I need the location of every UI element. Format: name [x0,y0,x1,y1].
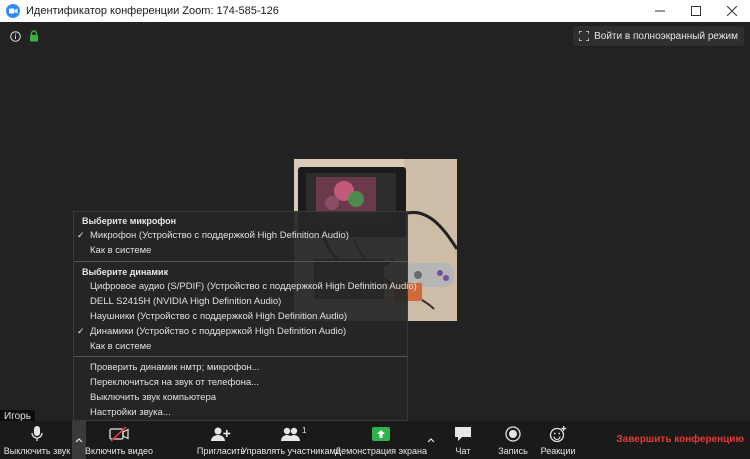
chat-icon [455,427,471,441]
invite-label: Пригласить [196,446,246,456]
lock-icon[interactable] [29,30,39,42]
start-video-button[interactable]: Включить видео [85,421,153,459]
menu-item-speaker-spdif[interactable]: Цифровое аудио (S/PDIF) (Устройство с по… [90,281,417,292]
microphone-icon [31,426,43,441]
audio-options-caret[interactable] [72,421,86,459]
share-screen-icon [372,427,390,441]
menu-item-mic-hd-audio[interactable]: Микрофон (Устройство с поддержкой High D… [90,230,349,241]
add-user-icon [211,427,231,441]
mic-checkmark-icon: ✓ [77,230,85,240]
share-screen-button[interactable]: Демонстрация экрана [335,421,427,459]
manage-participants-button[interactable]: Управлять участниками [241,421,341,459]
menu-item-speaker-headphones[interactable]: Наушники (Устройство с поддержкой High D… [90,311,347,322]
speaker-checkmark-icon: ✓ [77,326,85,336]
chat-label: Чат [455,446,471,456]
record-icon [505,426,521,442]
minimize-button[interactable] [642,0,678,22]
menu-item-speaker-system[interactable]: Как в системе [90,341,151,352]
fullscreen-button[interactable]: Войти в полноэкранный режим [573,26,744,46]
menu-item-speaker-hd-audio[interactable]: Динамики (Устройство с поддержкой High D… [90,326,346,337]
window-controls [642,0,750,22]
meeting-info-icons [10,30,39,42]
mic-section-title: Выберите микрофон [82,216,177,226]
fullscreen-label: Войти в полноэкранный режим [594,30,738,42]
close-button[interactable] [714,0,750,22]
participants-icon [281,427,300,441]
fullscreen-icon [579,31,590,41]
zoom-app-icon [6,4,20,18]
menu-item-speaker-dell[interactable]: DELL S2415H (NVIDIA High Definition Audi… [90,296,281,307]
invite-button[interactable]: Пригласить [196,421,246,459]
info-icon[interactable] [10,30,21,42]
video-label: Включить видео [85,446,153,456]
menu-item-mic-system[interactable]: Как в системе [90,245,151,256]
video-off-icon [109,426,129,442]
speaker-section-title: Выберите динамик [82,267,169,277]
reactions-label: Реакции [540,446,576,456]
title-bar: Идентификатор конференции Zoom: 174-585-… [0,0,750,22]
mute-label: Выключить звук [3,446,71,456]
minimize-icon [655,10,665,12]
reactions-button[interactable]: Реакции [540,421,576,459]
audio-settings-menu: Выберите микрофон ✓ Микрофон (Устройство… [73,211,417,421]
menu-item-test-audio[interactable]: Проверить динамик нмтр; микрофон... [90,362,260,373]
menu-item-audio-settings[interactable]: Настройки звука... [90,407,171,418]
participants-count-badge: 1 [302,426,307,435]
share-screen-label: Демонстрация экрана [335,446,427,456]
record-button[interactable]: Запись [496,421,530,459]
end-meeting-button[interactable]: Завершить конференцию [616,434,744,445]
chat-button[interactable]: Чат [450,421,476,459]
smiley-add-icon [549,426,567,442]
close-icon [727,6,737,16]
window-title: Идентификатор конференции Zoom: 174-585-… [26,5,279,17]
maximize-icon [691,6,701,16]
record-label: Запись [498,446,528,456]
menu-divider [74,356,407,357]
participants-label: Управлять участниками [241,446,341,456]
menu-item-leave-computer-audio[interactable]: Выключить звук компьютера [90,392,216,403]
maximize-button[interactable] [678,0,714,22]
chevron-up-icon [427,438,435,443]
chevron-up-icon [75,438,83,443]
share-options-caret[interactable] [424,421,438,459]
menu-divider [74,261,407,262]
menu-item-switch-phone-audio[interactable]: Переключиться на звук от телефона... [90,377,259,388]
mute-button[interactable]: Выключить звук [2,421,72,459]
meeting-toolbar: Выключить звук Включить видео Пригласить [0,421,750,459]
